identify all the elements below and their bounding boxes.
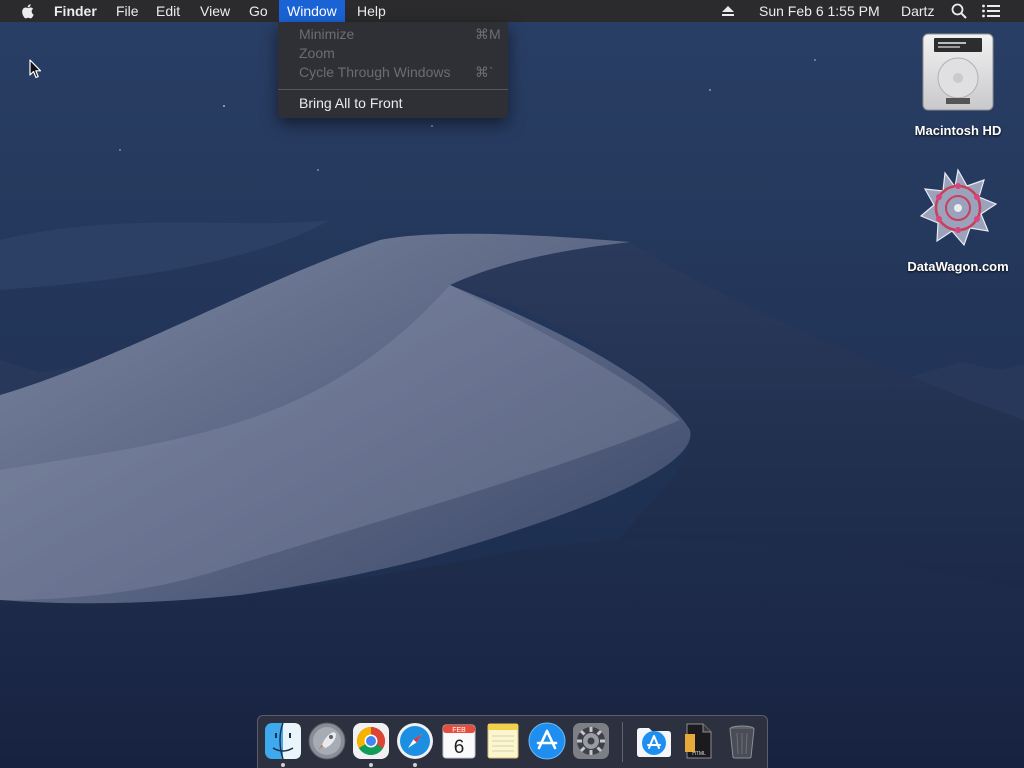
dock: FEB 6 HTML [257, 715, 768, 768]
menu-separator [278, 89, 508, 90]
dock-html-document[interactable]: HTML [678, 721, 718, 761]
apple-icon[interactable] [14, 0, 42, 22]
desktop-icon-label: Macintosh HD [914, 123, 1002, 138]
html-file-icon: HTML [685, 723, 712, 759]
app-store-icon [528, 722, 566, 760]
dock-app-store[interactable] [527, 721, 567, 761]
menubar-user[interactable]: Dartz [901, 0, 934, 22]
spotlight-search-icon[interactable] [951, 0, 969, 22]
eject-icon[interactable] [722, 0, 738, 22]
menu-view[interactable]: View [200, 0, 230, 22]
menu-file[interactable]: File [116, 0, 139, 22]
menu-item-shortcut: ⌘` [475, 64, 494, 80]
calendar-month: FEB [452, 727, 466, 734]
menu-item-label: Minimize [299, 26, 355, 42]
menu-item-minimize[interactable]: Minimize ⌘M [278, 25, 508, 44]
running-indicator [281, 763, 285, 767]
dock-notes[interactable] [483, 721, 523, 761]
desktop-icon-macintosh-hd[interactable]: Macintosh HD [898, 32, 1018, 138]
hard-drive-icon [922, 33, 994, 111]
menu-item-label: Cycle Through Windows [299, 64, 451, 80]
menu-item-zoom[interactable]: Zoom [278, 44, 508, 63]
desktop-icon-datawagon[interactable]: DataWagon.com [898, 168, 1018, 274]
calendar-icon: FEB 6 [442, 724, 476, 759]
menu-item-label: Zoom [299, 45, 335, 61]
menu-app-finder[interactable]: Finder [54, 0, 97, 22]
applications-folder-icon [637, 728, 671, 757]
menubar-clock[interactable]: Sun Feb 6 1:55 PM [759, 0, 880, 22]
menu-window[interactable]: Window [279, 0, 345, 22]
menu-bar: Finder File Edit View Go Window Help Sun… [0, 0, 1024, 22]
menu-item-label: Bring All to Front [299, 95, 403, 111]
dock-safari[interactable] [395, 721, 435, 761]
system-preferences-icon [573, 723, 609, 759]
menu-edit[interactable]: Edit [156, 0, 180, 22]
dock-system-preferences[interactable] [571, 721, 611, 761]
finder-icon [265, 722, 301, 760]
html-file-tag: HTML [692, 751, 706, 757]
dock-calendar[interactable]: FEB 6 [439, 721, 479, 761]
notification-center-icon[interactable] [982, 0, 1002, 22]
menu-help[interactable]: Help [357, 0, 386, 22]
safari-icon [397, 723, 433, 759]
trash-icon [729, 725, 755, 759]
menu-go[interactable]: Go [249, 0, 268, 22]
notes-icon [487, 723, 519, 759]
calendar-day: 6 [454, 737, 465, 758]
dock-trash[interactable] [722, 721, 762, 761]
running-indicator [413, 763, 417, 767]
running-indicator [369, 763, 373, 767]
dock-finder[interactable] [263, 721, 303, 761]
window-menu-dropdown: Minimize ⌘M Zoom Cycle Through Windows ⌘… [278, 22, 508, 118]
dock-applications[interactable] [634, 721, 674, 761]
mouse-cursor-icon [29, 59, 43, 84]
menu-item-bring-all-to-front[interactable]: Bring All to Front [278, 94, 508, 113]
desktop-icon-label: DataWagon.com [907, 259, 1009, 274]
launchpad-icon [308, 722, 346, 760]
chrome-icon [353, 723, 389, 759]
dock-launchpad[interactable] [307, 721, 347, 761]
datawagon-logo-icon [919, 168, 998, 247]
menu-item-cycle-through-windows[interactable]: Cycle Through Windows ⌘` [278, 63, 508, 82]
dock-separator [622, 722, 623, 762]
menu-item-shortcut: ⌘M [475, 26, 501, 42]
desktop-wallpaper [0, 0, 1024, 768]
dock-chrome[interactable] [351, 721, 391, 761]
